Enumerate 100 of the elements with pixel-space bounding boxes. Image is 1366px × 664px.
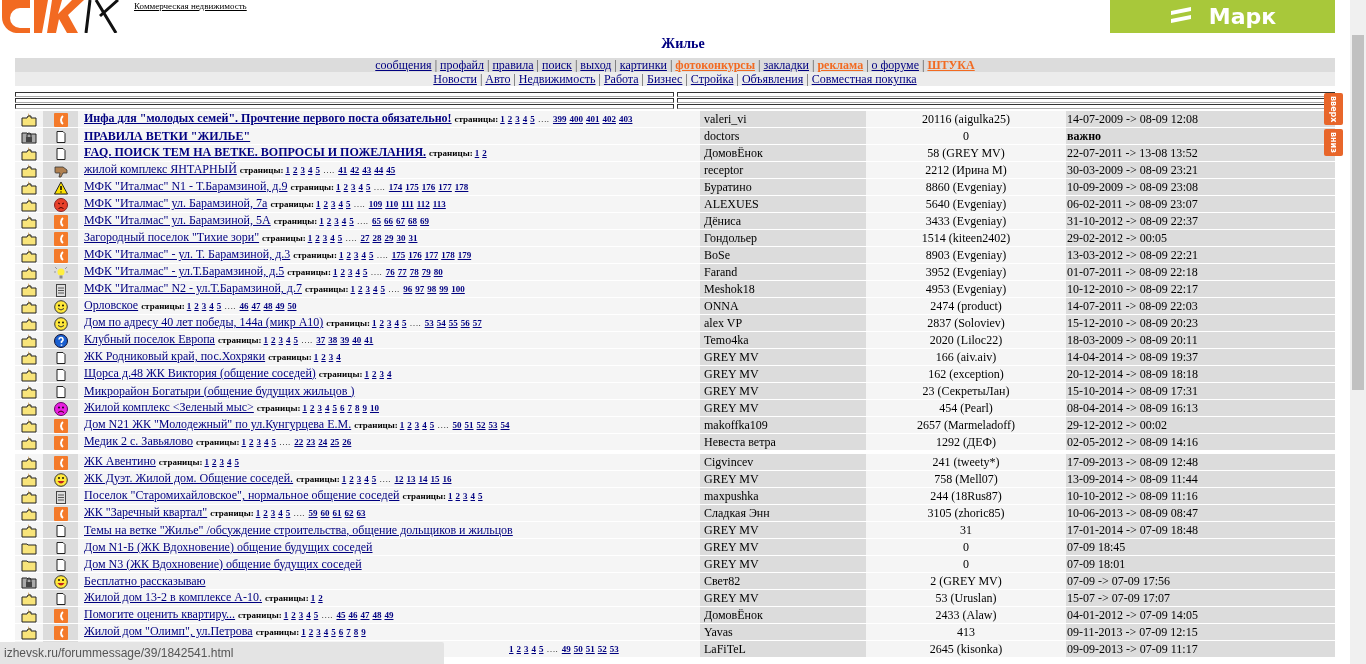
page-link[interactable]: 49: [275, 301, 285, 311]
page-link[interactable]: 76: [385, 267, 395, 277]
page-link[interactable]: 3: [317, 403, 322, 413]
page-link[interactable]: 4: [330, 233, 335, 243]
topic-link[interactable]: Инфа для "молодых семей". Прочтение первого поста обязательно!: [84, 111, 452, 125]
page-link[interactable]: 1: [285, 165, 290, 175]
page-link[interactable]: 16: [442, 474, 452, 484]
page-link[interactable]: 3: [300, 165, 305, 175]
page-link[interactable]: 2: [371, 369, 377, 379]
topic-link[interactable]: ЖК Авентино: [84, 454, 156, 468]
page-link[interactable]: 29: [384, 233, 394, 243]
page-link[interactable]: 176: [421, 182, 436, 192]
nav-link[interactable]: Недвижимость: [518, 72, 596, 86]
page-link[interactable]: 3: [515, 114, 520, 124]
page-link[interactable]: 98: [427, 284, 437, 294]
page-link[interactable]: 403: [618, 114, 633, 124]
page-link[interactable]: 5: [234, 457, 239, 467]
page-link[interactable]: 61: [332, 508, 342, 518]
page-link[interactable]: 39: [340, 335, 350, 345]
page-link[interactable]: 49: [384, 610, 394, 620]
page-link[interactable]: 3: [256, 437, 262, 447]
page-link[interactable]: 5: [539, 644, 544, 654]
page-link[interactable]: 28: [372, 233, 382, 243]
page-link[interactable]: 1: [399, 420, 405, 430]
page-link[interactable]: 3: [316, 627, 321, 637]
page-link[interactable]: 45: [336, 610, 346, 620]
page-link[interactable]: 27: [360, 233, 370, 243]
nav-link[interactable]: Совместная покупка: [811, 72, 917, 86]
topic-link[interactable]: Жилой комплекс <Зеленый мыс>: [84, 400, 254, 414]
page-link[interactable]: 12: [394, 474, 404, 484]
page-link[interactable]: 4: [307, 165, 313, 175]
page-link[interactable]: 2: [343, 182, 349, 192]
page-link[interactable]: 2: [482, 148, 487, 158]
page-link[interactable]: 4: [264, 437, 269, 447]
topic-link[interactable]: Помогите оценить квартиру...: [84, 607, 236, 621]
topic-link[interactable]: ЖК Дуэт. Жилой дом. Общение соседей.: [84, 471, 294, 485]
topic-link[interactable]: Дом N21 ЖК "Молодежный" по ул.Кунгурцева Е.М.: [84, 417, 352, 431]
page-link[interactable]: 2: [292, 165, 298, 175]
nav-link[interactable]: Работа: [603, 72, 639, 86]
page-link[interactable]: 4: [355, 267, 360, 277]
page-link[interactable]: 53: [609, 644, 619, 654]
page-link[interactable]: 44: [374, 165, 384, 175]
topic-link[interactable]: МФК "Италмас" - ул. Т. Барамзиной, д.3: [84, 247, 291, 261]
topic-link[interactable]: ЖК "Заречный квартал": [84, 505, 208, 519]
page-link[interactable]: 47: [360, 610, 370, 620]
page-link[interactable]: 3: [365, 284, 371, 294]
page-link[interactable]: 175: [391, 250, 406, 260]
page-link[interactable]: 43: [362, 165, 372, 175]
topic-link[interactable]: МФК "Италмас" - ул.Т.Барамзиной, д.5: [84, 264, 285, 278]
page-link[interactable]: 63: [356, 508, 366, 518]
page-link[interactable]: 77: [397, 267, 407, 277]
page-link[interactable]: 3: [386, 318, 392, 328]
topic-link[interactable]: FAQ. ПОИСК ТЕМ НА ВЕТКЕ. ВОПРОСЫ И ПОЖЕЛАНИЯ.: [84, 145, 427, 159]
page-link[interactable]: 5: [285, 508, 291, 518]
page-link[interactable]: 60: [320, 508, 330, 518]
page-link[interactable]: 6: [338, 627, 344, 637]
page-link[interactable]: 4: [364, 474, 369, 484]
page-link[interactable]: 53: [424, 318, 434, 328]
page-link[interactable]: 1: [204, 457, 209, 467]
page-link[interactable]: 5: [271, 437, 277, 447]
page-link[interactable]: 3: [322, 233, 328, 243]
topic-link[interactable]: Клубный поселок Европа: [84, 332, 215, 346]
page-link[interactable]: 400: [569, 114, 583, 124]
page-link[interactable]: 66: [384, 216, 394, 226]
page-link[interactable]: 5: [331, 627, 336, 637]
page-link[interactable]: 2: [212, 457, 217, 467]
page-link[interactable]: 5: [349, 216, 354, 226]
page-link[interactable]: 4: [338, 199, 343, 209]
page-link[interactable]: 25: [330, 437, 340, 447]
page-link[interactable]: 1: [350, 284, 356, 294]
page-link[interactable]: 55: [448, 318, 458, 328]
topic-link[interactable]: МФК "Италмас" N1 - Т.Барамзиной, д.9: [84, 179, 288, 193]
page-link[interactable]: 5: [346, 199, 351, 209]
page-link[interactable]: 174: [388, 182, 403, 192]
page-link[interactable]: 3: [351, 182, 356, 192]
page-link[interactable]: 30: [396, 233, 406, 243]
page-link[interactable]: 2: [291, 610, 296, 620]
page-link[interactable]: 5: [530, 114, 535, 124]
page-link[interactable]: 1: [302, 403, 307, 413]
page-link[interactable]: 1: [310, 593, 316, 603]
page-link[interactable]: 3: [328, 352, 334, 362]
page-link[interactable]: 1: [364, 369, 369, 379]
page-link[interactable]: 1: [371, 318, 377, 328]
scrollbar[interactable]: [1350, 0, 1366, 664]
page-link[interactable]: 179: [457, 250, 472, 260]
nav-link[interactable]: Авто: [485, 72, 511, 86]
nav-link[interactable]: Стройка: [690, 72, 734, 86]
page-link[interactable]: 2: [379, 318, 384, 328]
page-link[interactable]: 178: [441, 250, 455, 260]
page-link[interactable]: 1: [307, 233, 313, 243]
page-link[interactable]: 41: [364, 335, 374, 345]
page-link[interactable]: 50: [452, 420, 462, 430]
page-link[interactable]: 3: [270, 508, 276, 518]
page-link[interactable]: 5: [216, 301, 222, 311]
page-link[interactable]: 402: [602, 114, 616, 124]
page-link[interactable]: 2: [507, 114, 513, 124]
page-link[interactable]: 6: [339, 403, 345, 413]
topic-link[interactable]: ЖК Родниковый край, пос.Хохряки: [84, 349, 266, 363]
page-link[interactable]: 52: [476, 420, 486, 430]
page-link[interactable]: 4: [386, 369, 392, 379]
